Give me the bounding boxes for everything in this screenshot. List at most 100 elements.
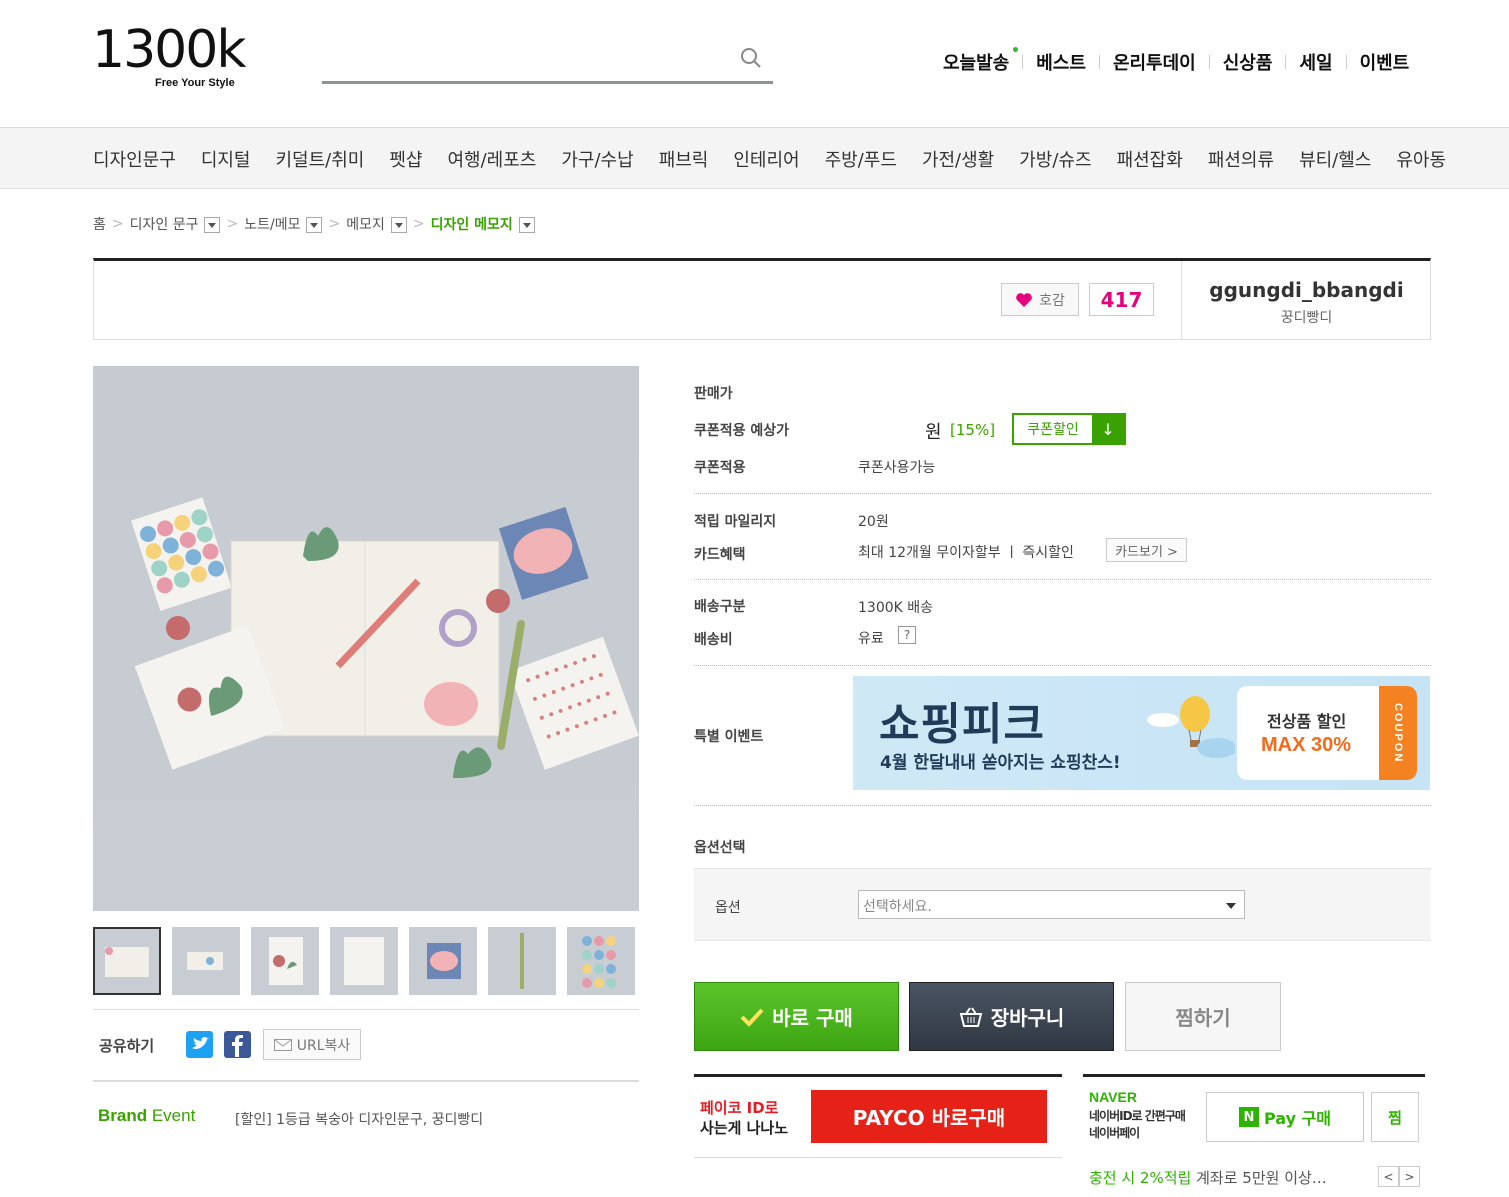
breadcrumb-item[interactable]: 메모지 [346,214,385,234]
thumbnail[interactable] [93,927,161,995]
shipping-fee-label: 배송비 [694,632,733,648]
category-item[interactable]: 가방/슈즈 [1019,146,1091,172]
divider [93,1080,639,1082]
site-logo[interactable]: 1300k Free Your Style [92,20,262,96]
download-icon: ↓ [1092,415,1124,443]
shopping-peak-banner[interactable]: 쇼핑피크 4월 한달내내 쏟아지는 쇼핑찬스! 전상품 할인 MAX 30% C… [853,676,1430,790]
url-copy-button[interactable]: URL복사 [263,1029,361,1060]
breadcrumb-home[interactable]: 홈 [93,214,106,234]
thumbnail[interactable] [251,927,319,995]
option-label: 옵션 [715,900,741,916]
breadcrumb-item[interactable]: 노트/메모 [244,214,300,234]
category-item[interactable]: 패브릭 [659,146,709,172]
category-item[interactable]: 주방/푸드 [825,146,897,172]
category-bar: 디자인문구 디지털 키덜트/취미 펫샵 여행/레포츠 가구/수납 패브릭 인테리… [0,127,1509,189]
top-nav-new[interactable]: 신상품 [1210,49,1286,75]
dropdown-icon[interactable] [390,217,407,233]
breadcrumb-item[interactable]: 디자인 문구 [130,214,199,234]
top-nav-only-today[interactable]: 온리투데이 [1100,49,1209,75]
naver-pay-button[interactable]: N Pay 구매 [1206,1092,1364,1142]
card-benefit-value: 최대 12개월 무이자할부 ㅣ 즉시할인 [858,545,1074,561]
divider [694,805,1431,806]
thumbnail[interactable] [172,927,240,995]
category-item[interactable]: 인테리어 [733,146,799,172]
buy-now-button[interactable]: 바로 구매 [694,982,899,1051]
like-button[interactable]: 호감 [1001,283,1079,316]
shipping-type-label: 배송구분 [694,599,746,615]
cart-button[interactable]: 장바구니 [909,982,1114,1051]
buy-now-label: 바로 구매 [772,1006,853,1030]
search-icon[interactable] [739,46,763,70]
mileage-value: 20원 [858,514,889,530]
divider [93,1009,639,1010]
product-main-image[interactable] [93,366,639,911]
balloon-icon [1147,696,1235,758]
coupon-apply-label: 쿠폰적용 [694,460,746,476]
dropdown-icon[interactable] [518,217,535,233]
search-bar[interactable] [322,42,773,84]
chevron-left-icon[interactable]: < [1378,1166,1399,1187]
naver-zzim-button[interactable]: 찜 [1371,1092,1419,1142]
category-item[interactable]: 펫샵 [389,146,422,172]
payco-buy-button[interactable]: PAYCO 바로구매 [811,1090,1047,1143]
dropdown-icon[interactable] [306,217,323,233]
card-benefit-label: 카드혜택 [694,547,746,563]
mileage-label: 적립 마일리지 [694,514,777,530]
top-nav-today[interactable]: 오늘발송 [930,47,1022,75]
card-view-button[interactable]: 카드보기 > [1106,538,1187,562]
thumbnail[interactable] [488,927,556,995]
breadcrumb: 홈 > 디자인 문구 > 노트/메모 > 메모지 > 디자인 메모지 [93,214,535,234]
top-nav-event[interactable]: 이벤트 [1347,49,1423,75]
like-label: 호감 [1039,292,1065,309]
dropdown-icon[interactable] [204,217,221,233]
category-item[interactable]: 키덜트/취미 [276,146,365,172]
divider [1083,1074,1425,1077]
shipping-type-value: 1300K 배송 [858,600,934,616]
category-item[interactable]: 패션잡화 [1117,146,1183,172]
chevron-right-icon[interactable]: > [1399,1166,1420,1187]
url-copy-label: URL복사 [296,1037,351,1054]
wishlist-button[interactable]: 찜하기 [1125,982,1281,1051]
category-item[interactable]: 여행/레포츠 [448,146,537,172]
top-nav-sale[interactable]: 세일 [1286,49,1345,75]
top-nav-best[interactable]: 베스트 [1023,49,1099,75]
logo-text: 1300k [92,20,246,80]
divider [694,665,1431,666]
promo-pager: < > [1378,1166,1420,1187]
mail-icon [273,1038,292,1051]
special-event-label: 특별 이벤트 [694,729,764,745]
category-item[interactable]: 패션의류 [1208,146,1274,172]
category-item[interactable]: 디자인문구 [93,146,176,172]
twitter-icon[interactable] [186,1031,213,1058]
category-item[interactable]: 유아동 [1396,146,1446,172]
coupon-price-label: 쿠폰적용 예상가 [694,423,790,439]
thumbnail[interactable] [567,927,635,995]
option-select[interactable]: 선택하세요. [858,890,1245,919]
category-item[interactable]: 디지털 [201,146,251,172]
brand-name[interactable]: ggungdi_bbangdi [1182,278,1431,302]
basket-icon [959,1006,982,1027]
heart-icon [1016,292,1032,307]
facebook-icon[interactable] [224,1031,251,1058]
like-count: 417 [1089,283,1154,316]
payco-promo: 페이코 ID로 사는게 나나노 [700,1099,789,1137]
brand-event-link[interactable]: [할인] 1등급 복숭아 디자인문구, 꿍디빵디 [235,1109,483,1129]
brand-name-ko[interactable]: 꿍디빵디 [1182,307,1431,327]
product-photo [131,497,639,778]
category-item[interactable]: 가구/수납 [561,146,633,172]
coupon-line-2: MAX 30% [1261,734,1352,756]
thumbnail[interactable] [330,927,398,995]
check-icon [740,1008,764,1027]
breadcrumb-current[interactable]: 디자인 메모지 [431,214,513,234]
coupon-tag: COUPON [1379,686,1417,780]
category-item[interactable]: 가전/생활 [922,146,994,172]
coupon-download-button[interactable]: 쿠폰할인 ↓ [1012,413,1126,445]
top-nav: 오늘발송 베스트 온리투데이 신상품 세일 이벤트 [930,47,1423,76]
help-icon[interactable]: ? [898,626,916,644]
category-item[interactable]: 뷰티/헬스 [1299,146,1371,172]
divider [694,493,1431,494]
divider [694,1157,1062,1158]
naver-pay-label: Pay 구매 [1263,1109,1332,1128]
thumbnail[interactable] [409,927,477,995]
new-dot-icon [1013,47,1019,52]
